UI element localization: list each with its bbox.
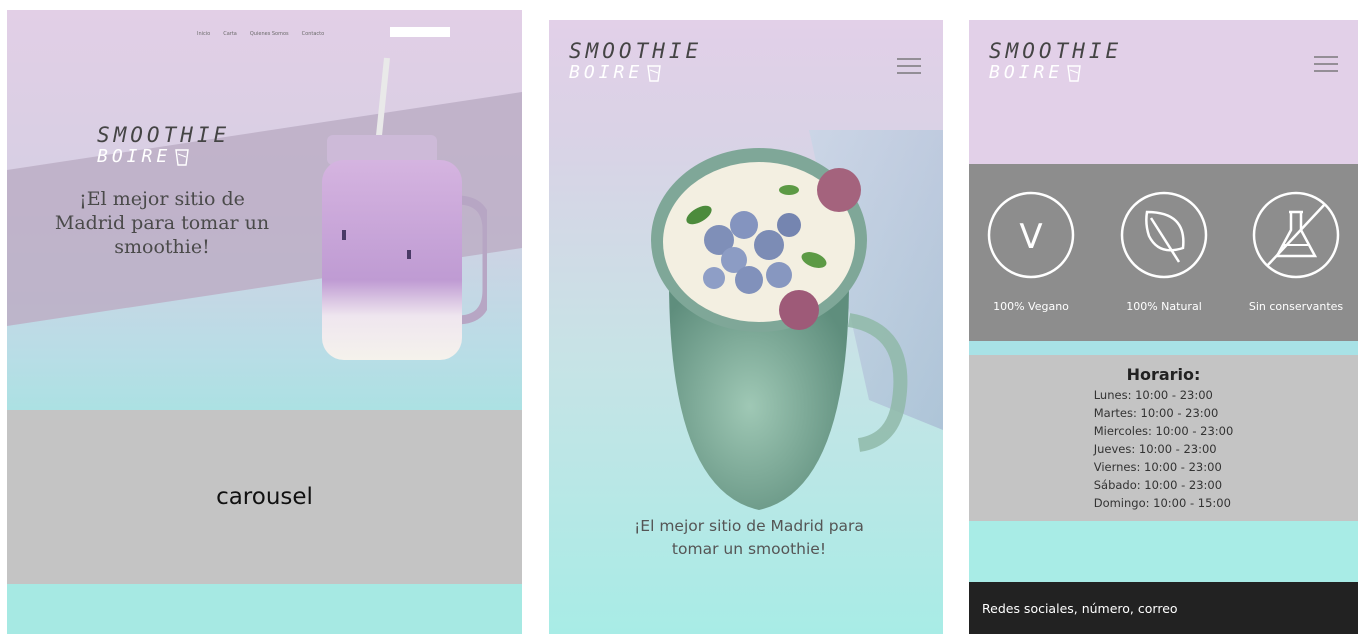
features-section: V 100% Vegano 100% Natural Sin conservan…	[969, 164, 1358, 341]
leaf-icon	[1120, 191, 1208, 279]
hours-row: Sábado: 10:00 - 23:00	[1093, 478, 1223, 492]
footer: Redes sociales, número, correo	[969, 582, 1358, 634]
hero-tagline: ¡El mejor sitio de Madrid para tomar un …	[54, 188, 270, 258]
hours-row: Martes: 10:00 - 23:00	[1093, 406, 1219, 420]
brand-logo[interactable]: SMOOTHIE BOIRE	[989, 40, 1122, 84]
brand-logo[interactable]: SMOOTHIE BOIRE	[97, 124, 230, 168]
nav-item-inicio[interactable]: Inicio	[197, 31, 210, 37]
divider-strip	[969, 341, 1358, 355]
logo-line-2: BOIRE	[97, 146, 230, 168]
feature-label: 100% Vegano	[993, 300, 1069, 313]
opening-hours: Horario: Lunes: 10:00 - 23:00 Martes: 10…	[969, 355, 1358, 521]
mobile-info-mockup: SMOOTHIE BOIRE V 100% Vegano 100% Natura…	[969, 20, 1358, 634]
logo-line-1: SMOOTHIE	[97, 123, 231, 147]
hamburger-menu-icon[interactable]	[897, 58, 921, 74]
carousel-placeholder[interactable]: carousel	[7, 410, 522, 584]
desktop-mockup: Inicio Carta Quienes Somos Contacto SMOO…	[7, 10, 522, 634]
nav-item-quienes-somos[interactable]: Quienes Somos	[250, 31, 289, 37]
hours-row: Viernes: 10:00 - 23:00	[1093, 460, 1222, 474]
search-input[interactable]	[390, 27, 450, 37]
logo-line-1: SMOOTHIE	[569, 39, 703, 63]
mobile-hero-mockup: SMOOTHIE BOIRE ¡El mejor sitio de Madrid…	[549, 20, 943, 634]
logo-line-2-text: BOIRE	[97, 146, 172, 167]
blueberry-smoothie-photo	[651, 130, 943, 510]
vegan-v-icon: V	[987, 191, 1075, 279]
nav-item-contacto[interactable]: Contacto	[302, 31, 325, 37]
feature-no-preservatives: Sin conservantes	[1231, 190, 1358, 313]
nav-item-carta[interactable]: Carta	[223, 31, 237, 37]
hours-row: Lunes: 10:00 - 23:00	[1093, 388, 1213, 402]
feature-label: Sin conservantes	[1248, 300, 1344, 313]
logo-line-2: BOIRE	[569, 62, 702, 84]
smoothie-jar-image	[322, 57, 487, 360]
spacer-strip	[969, 521, 1358, 582]
hours-row: Miercoles: 10:00 - 23:00	[1093, 424, 1234, 438]
hours-list: Lunes: 10:00 - 23:00 Martes: 10:00 - 23:…	[1094, 386, 1234, 512]
feature-label: 100% Natural	[1126, 300, 1202, 313]
hero-tagline: ¡El mejor sitio de Madrid para tomar un …	[634, 517, 864, 558]
hours-title: Horario:	[1126, 365, 1201, 384]
cup-icon	[647, 65, 661, 82]
cup-icon	[175, 149, 189, 166]
footer-strip	[7, 584, 522, 634]
top-nav: Inicio Carta Quienes Somos Contacto	[197, 28, 337, 40]
no-chemicals-flask-icon	[1252, 191, 1340, 279]
footer-text: Redes sociales, número, correo	[982, 600, 1178, 616]
logo-line-2-text: BOIRE	[569, 62, 644, 83]
feature-natural: 100% Natural	[1099, 190, 1229, 313]
hamburger-menu-icon[interactable]	[1314, 56, 1338, 72]
carousel-label: carousel	[216, 484, 313, 510]
brand-logo[interactable]: SMOOTHIE BOIRE	[569, 40, 702, 84]
feature-vegan: V 100% Vegano	[969, 190, 1096, 313]
logo-line-1: SMOOTHIE	[989, 39, 1123, 63]
svg-text:V: V	[1019, 217, 1042, 257]
hours-row: Jueves: 10:00 - 23:00	[1093, 442, 1217, 456]
logo-line-2: BOIRE	[989, 62, 1122, 84]
logo-line-2-text: BOIRE	[989, 62, 1064, 83]
hours-row: Domingo: 10:00 - 15:00	[1093, 496, 1231, 510]
cup-icon	[1067, 65, 1081, 82]
